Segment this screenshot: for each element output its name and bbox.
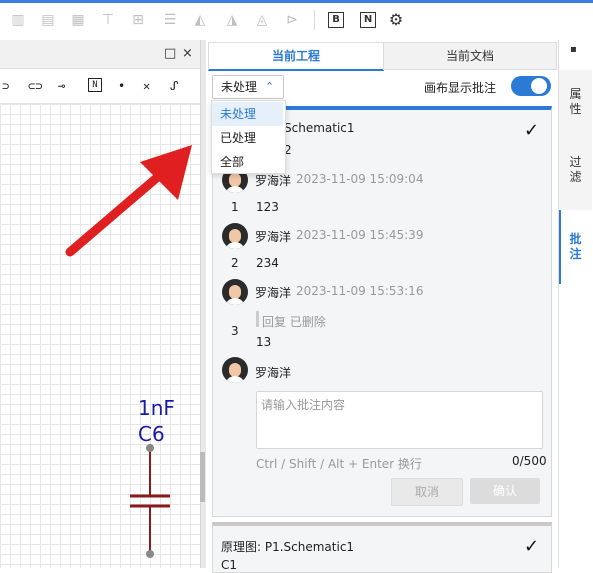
avatar	[222, 223, 248, 249]
symbol-netlabel-icon[interactable]: ⊃	[2, 78, 9, 94]
close-panel-icon[interactable]: ×	[182, 46, 193, 61]
show-comments-label: 画布显示批注	[424, 81, 497, 95]
resolve-check-icon[interactable]: ✓	[524, 120, 539, 141]
capacitor-symbol[interactable]	[120, 440, 180, 568]
chevron-up-icon: ⌃	[265, 80, 275, 93]
tab-comments-label: 批注	[569, 232, 582, 261]
tab-properties-label: 属性	[569, 87, 582, 116]
symbol-junction-icon[interactable]: •	[118, 78, 125, 94]
tab-current-document[interactable]: 当前文档	[383, 42, 557, 70]
quoted-reply: 回复 已删除	[262, 315, 326, 329]
comment-text: 234	[256, 256, 279, 270]
toolbar-divider	[314, 10, 315, 30]
comment-input[interactable]	[257, 392, 540, 448]
comment-input-box	[256, 391, 543, 449]
restore-window-icon[interactable]: □	[164, 46, 176, 61]
pin-icon[interactable]: ▪	[570, 44, 577, 55]
gear-icon[interactable]: ⚙	[388, 12, 404, 28]
symbol-noconnect-icon[interactable]: ✕	[143, 78, 150, 94]
symbol-netport-icon[interactable]: ⊂⊃	[28, 78, 42, 94]
toolbar-accent-bar	[0, 0, 593, 3]
reply-author: 罗海洋	[255, 366, 292, 380]
canvas-header: □ ×	[0, 40, 200, 69]
comment-author: 罗海洋	[255, 174, 292, 188]
resolve-check-icon[interactable]: ✓	[524, 536, 539, 557]
toggle-knob	[531, 78, 547, 94]
filter-option-unprocessed[interactable]: 未处理	[212, 102, 283, 126]
comment-index: 1	[231, 200, 239, 214]
doc-n-icon[interactable]: N	[360, 12, 376, 28]
flip-vertical-icon[interactable]: ◮	[224, 12, 240, 28]
symbol-wire-icon[interactable]: ᔑ	[170, 78, 179, 94]
status-filter-value: 未处理	[221, 80, 258, 94]
comment-author: 罗海洋	[255, 286, 292, 300]
symbol-toolbar: ⊃ ⊂⊃ ⊸ N • ✕ ᔑ	[0, 69, 200, 104]
schematic-label: 原理图: P1.Schematic1	[221, 540, 355, 554]
align-center-icon[interactable]: ▤	[40, 12, 56, 28]
splitter-grip[interactable]	[200, 452, 205, 502]
comment-time: 2023-11-09 15:45:39	[296, 228, 424, 242]
tab-filter-label: 过滤	[569, 155, 582, 184]
comment-time: 2023-11-09 15:09:04	[296, 172, 424, 186]
component-value-label: 1nF	[138, 396, 175, 420]
avatar	[222, 279, 248, 305]
status-filter-select[interactable]: 未处理 ⌃	[212, 75, 284, 99]
flip-horizontal-icon[interactable]: ◭	[192, 12, 208, 28]
filter-option-processed[interactable]: 已处理	[212, 126, 283, 150]
annotation-arrow	[65, 145, 192, 257]
char-count: 0/500	[512, 454, 547, 468]
align-middle-icon[interactable]: ⊞	[130, 12, 146, 28]
symbol-connector-icon[interactable]: ⊸	[58, 78, 65, 94]
align-left-icon[interactable]: ▥	[10, 12, 26, 28]
cancel-button[interactable]: 取消	[391, 478, 463, 506]
align-right-icon[interactable]: ▦	[70, 12, 86, 28]
align-bottom-icon[interactable]: ☰	[162, 12, 178, 28]
doc-b-icon[interactable]: B	[328, 12, 344, 28]
comment-index: 2	[231, 256, 239, 270]
align-top-icon[interactable]: ⊤	[100, 12, 116, 28]
comment-text: 123	[256, 200, 279, 214]
send-icon[interactable]: ⊳	[284, 12, 300, 28]
component-ref: C1	[221, 558, 238, 572]
confirm-button[interactable]: 确认	[470, 478, 540, 504]
symbol-netflag-icon[interactable]: N	[88, 78, 102, 92]
comment-index: 3	[231, 324, 239, 338]
rotate-icon[interactable]: ◬	[254, 12, 270, 28]
avatar	[222, 357, 248, 383]
comment-text: 13	[256, 335, 272, 349]
quote-bar	[256, 311, 259, 327]
comment-author: 罗海洋	[255, 230, 292, 244]
tab-current-project[interactable]: 当前工程	[208, 42, 384, 71]
schematic-label: Schematic1	[284, 121, 355, 135]
comment-time: 2023-11-09 15:53:16	[296, 284, 424, 298]
shortcut-hint: Ctrl / Shift / Alt + Enter 换行	[256, 457, 422, 471]
filter-option-all[interactable]: 全部	[212, 150, 283, 174]
